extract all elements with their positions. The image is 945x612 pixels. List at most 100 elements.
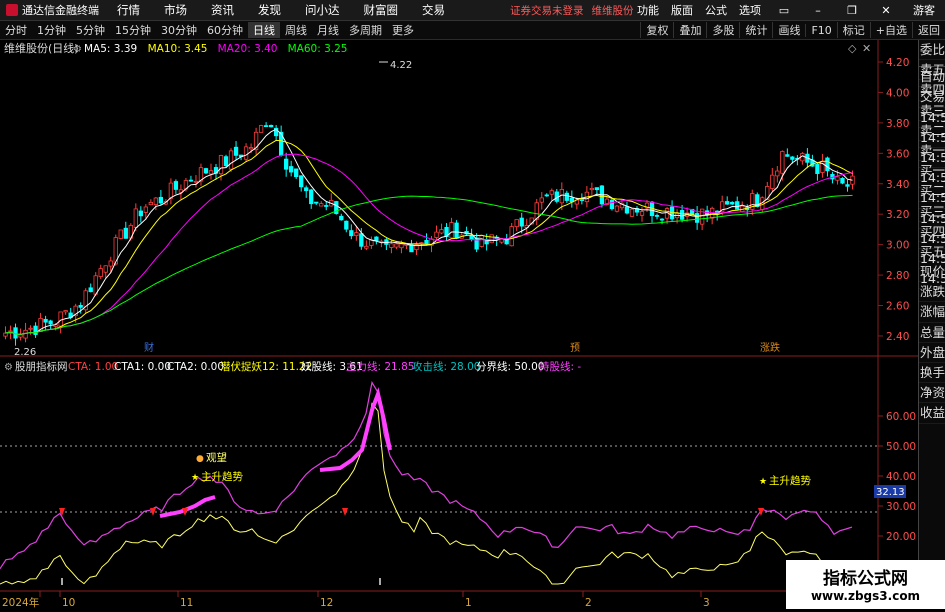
right-menu-item-2[interactable]: 公式	[699, 2, 733, 18]
tool-button-0[interactable]: 复权	[640, 22, 673, 38]
period-tab-7[interactable]: 周线	[280, 22, 312, 38]
candle-body	[845, 184, 850, 187]
candle-body	[43, 318, 48, 323]
close-icon[interactable]: ✕	[869, 4, 903, 17]
period-tab-4[interactable]: 30分钟	[156, 22, 202, 38]
menu-item-0[interactable]: 行情	[105, 2, 152, 18]
auto-button[interactable]: 自动	[919, 67, 945, 88]
right-menu-item-3[interactable]: 选项	[733, 2, 767, 18]
candle-body	[208, 170, 214, 175]
menu-item-4[interactable]: 问小达	[293, 2, 352, 18]
annotation-icon-1: ★	[191, 473, 199, 483]
candle-body	[78, 305, 83, 308]
notice-text-0[interactable]: 证券交易未登录	[510, 5, 584, 17]
tool-button-8[interactable]: 返回	[912, 22, 945, 38]
sidebar-tab-16[interactable]: 换手	[919, 363, 945, 384]
y-tick-label-3: 3.60	[886, 148, 909, 160]
y-tick-label-2: 3.80	[886, 118, 909, 130]
candle-body	[785, 154, 790, 157]
candle-body	[93, 275, 98, 295]
tool-button-4[interactable]: 画线	[772, 22, 805, 38]
minimize-icon[interactable]: –	[801, 4, 835, 17]
collapse-icon[interactable]: ◇	[848, 42, 857, 55]
indicator-settings-icon[interactable]: ⚙	[4, 362, 13, 373]
candle-body	[133, 208, 138, 228]
candle-body	[143, 206, 148, 213]
trade-button[interactable]: 交易	[919, 87, 945, 108]
event-marker-1[interactable]: 预	[570, 342, 580, 354]
menu-item-2[interactable]: 资讯	[199, 2, 246, 18]
sidebar-tab-13[interactable]: 涨幅	[919, 302, 945, 323]
tool-button-7[interactable]: +自选	[869, 22, 912, 38]
close-pane-icon[interactable]: ✕	[862, 42, 871, 55]
ind-y-tick-3: 30.00	[886, 501, 916, 513]
tool-button-6[interactable]: 标记	[836, 22, 870, 38]
candle-body	[394, 243, 399, 248]
watermark-url: www.zbgs3.com	[810, 589, 921, 603]
ind-y-tick-2: 40.00	[886, 471, 916, 483]
candle-body	[790, 156, 795, 160]
ma-label-1: MA10: 3.45	[148, 43, 208, 55]
candle-body	[243, 146, 249, 160]
period-tab-1[interactable]: 1分钟	[32, 22, 71, 38]
right-menu-item-1[interactable]: 版面	[665, 2, 699, 18]
tool-button-5[interactable]: F10	[805, 23, 836, 37]
menu-item-6[interactable]: 交易	[410, 2, 457, 18]
candle-body	[840, 177, 845, 184]
candle-body	[103, 265, 108, 273]
tool-button-3[interactable]: 统计	[739, 22, 772, 38]
candle-body	[148, 202, 154, 206]
candle-body	[108, 260, 113, 267]
app-title: 通达信金融终端	[22, 4, 99, 17]
period-tab-3[interactable]: 15分钟	[110, 22, 156, 38]
tick-time-6: 14:56	[919, 229, 945, 249]
period-tab-5[interactable]: 60分钟	[202, 22, 248, 38]
candle-body	[349, 230, 354, 237]
y-tick-label-4: 3.40	[886, 179, 909, 191]
period-tab-0[interactable]: 分时	[0, 22, 32, 38]
candle-body	[775, 170, 780, 177]
candle-body	[539, 197, 544, 203]
period-tab-9[interactable]: 多周期	[344, 22, 387, 38]
candle-body	[825, 157, 830, 172]
x-label-4: 1	[465, 597, 472, 609]
y-tick-label-9: 2.40	[886, 331, 909, 343]
candle-body	[153, 197, 159, 206]
sidebar-tab-0[interactable]: 委比	[919, 40, 945, 61]
tool-button-1[interactable]: 叠加	[673, 22, 706, 38]
right-sidebar: 委比 卖五 卖四 卖三 卖二 卖一 买一 买二 买三 买四 买五 现价 涨跌 涨幅 总量 外盘 换手 净资 收益 自…	[918, 40, 945, 609]
sidebar-tab-15[interactable]: 外盘	[919, 343, 945, 363]
event-marker-0[interactable]: 财	[144, 341, 154, 354]
menu-item-1[interactable]: 市场	[152, 2, 199, 18]
tool-button-2[interactable]: 多股	[706, 22, 739, 38]
sidebar-tab-18[interactable]: 收益	[919, 403, 945, 424]
period-tab-2[interactable]: 5分钟	[71, 22, 110, 38]
menu-item-3[interactable]: 发现	[246, 2, 293, 18]
restore-icon[interactable]: ❐	[835, 4, 869, 17]
event-marker-2[interactable]: 涨跌	[760, 341, 780, 354]
candle-body	[268, 124, 274, 128]
candle-body	[835, 176, 840, 181]
candle-body	[18, 334, 23, 338]
settings-icon[interactable]: ⚙	[73, 44, 82, 55]
window-icon[interactable]: ▭	[767, 4, 801, 17]
menu-item-5[interactable]: 财富圈	[352, 2, 411, 18]
candle-body	[319, 203, 324, 207]
sidebar-tab-17[interactable]: 净资	[919, 383, 945, 404]
user-label[interactable]: 游客	[903, 2, 945, 18]
ind-y-tick-4: 20.00	[886, 531, 916, 543]
chart-svg[interactable]: 维维股份(日线)⚙ MA5: 3.39 MA10: 3.45 MA20: 3.40 MA…	[0, 40, 918, 609]
period-tab-6[interactable]: 日线	[248, 22, 280, 38]
tick-bar-0	[61, 578, 63, 585]
right-menu-item-0[interactable]: 功能	[631, 2, 665, 18]
ind-y-tick-0: 60.00	[886, 411, 916, 423]
current-value-label: 32.13	[876, 487, 905, 498]
notice-text-1[interactable]: 维维股份	[592, 5, 634, 17]
candle-body	[339, 215, 344, 221]
candle-body	[203, 168, 209, 174]
candle-body	[289, 166, 294, 173]
period-tab-8[interactable]: 月线	[312, 22, 344, 38]
period-tab-10[interactable]: 更多	[387, 22, 419, 38]
candle-body	[815, 164, 820, 174]
sidebar-tab-14[interactable]: 总量	[919, 323, 945, 343]
